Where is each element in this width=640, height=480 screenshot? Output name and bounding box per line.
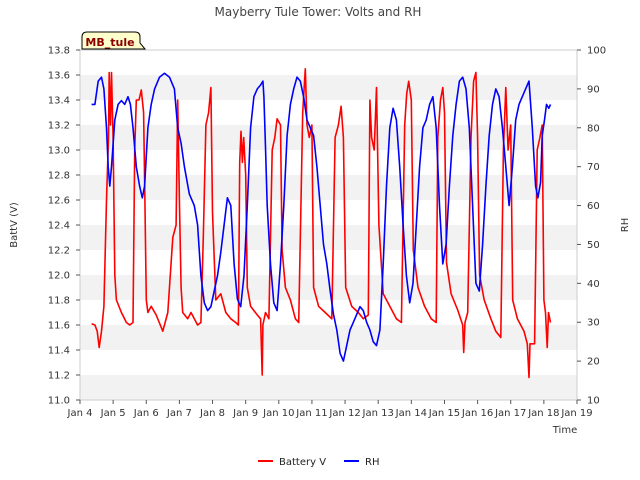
- y-right-tick-label: 90: [587, 84, 600, 95]
- y-left-tick-label: 12.8: [48, 171, 70, 182]
- chart-title: Mayberry Tule Tower: Volts and RH: [215, 5, 422, 19]
- y-left-tick-label: 12.4: [48, 221, 70, 232]
- y-left-tick-label: 13.6: [48, 71, 70, 82]
- x-tick-label: Jan 10: [262, 408, 294, 419]
- y-right-tick-label: 50: [587, 240, 600, 251]
- y-left-tick-label: 11.0: [48, 396, 70, 407]
- x-tick-label: Jan 15: [428, 408, 460, 419]
- y-axis-right: 10 20 30 40 50 60 70 80 90 100: [577, 46, 606, 407]
- y-left-tick-label: 11.8: [48, 296, 70, 307]
- y-left-tick-label: 12.6: [48, 196, 70, 207]
- x-tick-label: Jan 9: [232, 408, 258, 419]
- y-axis-left: 11.0 11.2 11.4 11.6 11.8 12.0 12.2 12.4 12.6 12.8…: [48, 46, 80, 407]
- y-left-tick-label: 13.2: [48, 121, 70, 132]
- grid-band: [80, 325, 577, 350]
- x-axis: Jan 4 Jan 5 Jan 6 Jan 7 Jan 8 Jan 9 Jan 10 Jan …: [67, 400, 593, 419]
- y-right-tick-label: 60: [587, 201, 600, 212]
- x-tick-label: Jan 19: [560, 408, 592, 419]
- y-right-tick-label: 70: [587, 162, 600, 173]
- y-left-tick-label: 12.0: [48, 271, 70, 282]
- x-tick-label: Jan 17: [494, 408, 526, 419]
- x-tick-label: Jan 4: [67, 408, 93, 419]
- legend-label-rh: RH: [365, 457, 379, 468]
- series-line-rh: [91, 72, 552, 362]
- y-left-tick-label: 13.4: [48, 96, 70, 107]
- y-right-tick-label: 30: [587, 318, 600, 329]
- y-axis-left-title: BattV (V): [9, 202, 20, 248]
- legend-label-battery: Battery V: [279, 457, 326, 468]
- chart-svg: Mayberry Tule Tower: Volts and RH Jan 4 J…: [9, 5, 631, 468]
- station-badge-label: MB_tule: [85, 36, 134, 49]
- station-badge: MB_tule: [81, 31, 147, 50]
- y-right-tick-label: 20: [587, 357, 600, 368]
- y-left-tick-label: 13.0: [48, 146, 70, 157]
- x-axis-title: Time: [552, 425, 577, 436]
- x-tick-label: Jan 8: [199, 408, 225, 419]
- x-tick-label: Jan 11: [295, 408, 327, 419]
- y-right-tick-label: 80: [587, 123, 600, 134]
- y-left-tick-label: 11.2: [48, 371, 70, 382]
- y-left-tick-label: 11.4: [48, 346, 70, 357]
- x-tick-label: Jan 13: [362, 408, 394, 419]
- x-tick-label: Jan 6: [133, 408, 159, 419]
- x-tick-label: Jan 12: [328, 408, 360, 419]
- y-axis-right-title: RH: [620, 218, 631, 232]
- x-tick-label: Jan 14: [395, 408, 427, 419]
- x-tick-label: Jan 7: [166, 408, 192, 419]
- y-right-tick-label: 10: [587, 396, 600, 407]
- y-left-tick-label: 13.8: [48, 46, 70, 57]
- y-right-tick-label: 40: [587, 279, 600, 290]
- x-tick-label: Jan 5: [100, 408, 126, 419]
- legend: Battery V RH: [258, 457, 379, 468]
- y-left-tick-label: 11.6: [48, 321, 70, 332]
- y-left-tick-label: 12.2: [48, 246, 70, 257]
- y-right-tick-label: 100: [587, 46, 606, 57]
- x-tick-label: Jan 18: [527, 408, 559, 419]
- x-tick-label: Jan 16: [461, 408, 493, 419]
- grid-band: [80, 375, 577, 400]
